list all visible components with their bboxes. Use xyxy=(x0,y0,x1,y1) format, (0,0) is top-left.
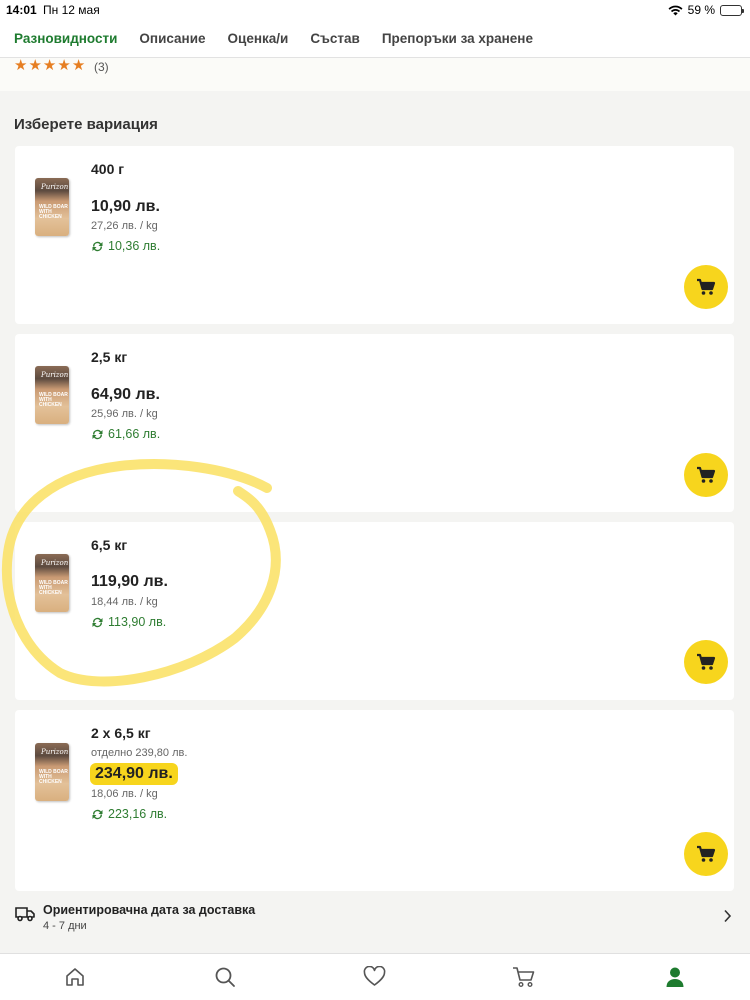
nav-search[interactable] xyxy=(214,966,236,993)
add-to-cart-button[interactable] xyxy=(684,453,728,497)
rating-stars[interactable]: ★ ★ ★ ★ ★ xyxy=(14,58,85,74)
cart-icon xyxy=(697,845,716,862)
section-title: Изберете вариация xyxy=(14,116,158,133)
star-icon: ★ xyxy=(28,57,42,74)
variant-card[interactable]: Purizon WILD BOAR WITH CHICKEN 6,5 кг 11… xyxy=(15,522,734,700)
status-time: 14:01 xyxy=(6,3,37,17)
chevron-right-icon xyxy=(724,909,732,923)
unit-price: 18,44 лв. / kg xyxy=(91,596,158,608)
status-bar: 14:01 Пн 12 мая 59 % xyxy=(0,0,750,20)
delivery-days: 4 - 7 дни xyxy=(43,920,87,932)
separate-price: отделно 239,80 лв. xyxy=(91,747,188,759)
search-icon xyxy=(215,967,235,987)
repeat-price: 10,36 лв. xyxy=(91,239,160,253)
product-brand: Purizon xyxy=(41,748,69,756)
star-icon: ★ xyxy=(71,57,86,74)
unit-price: 25,96 лв. / kg xyxy=(91,408,158,420)
variant-name: 2,5 кг xyxy=(91,349,128,365)
cart-icon xyxy=(697,466,716,483)
tab-bar: Разновидности Описание Оценка/и Състав П… xyxy=(0,20,750,58)
variant-card[interactable]: Purizon WILD BOAR WITH CHICKEN 2,5 кг 64… xyxy=(15,334,734,512)
unit-price: 27,26 лв. / kg xyxy=(91,220,158,232)
repeat-price-value: 223,16 лв. xyxy=(108,807,168,821)
star-icon: ★ xyxy=(57,57,71,74)
tab-feeding-recommendations[interactable]: Препоръки за хранене xyxy=(382,31,533,46)
star-icon: ★ xyxy=(14,57,28,74)
repeat-price-value: 61,66 лв. xyxy=(108,427,161,441)
tab-varieties[interactable]: Разновидности xyxy=(14,31,117,46)
product-image: Purizon WILD BOAR WITH CHICKEN xyxy=(35,178,69,236)
variant-name: 400 г xyxy=(91,161,125,177)
home-icon xyxy=(66,968,84,986)
product-brand: Purizon xyxy=(41,183,69,191)
nav-favorites[interactable] xyxy=(363,965,386,993)
variant-price: 64,90 лв. xyxy=(91,386,160,403)
variant-price: 119,90 лв. xyxy=(91,573,168,590)
bottom-nav xyxy=(0,953,750,1000)
variant-price: 234,90 лв. xyxy=(90,763,178,785)
add-to-cart-button[interactable] xyxy=(684,265,728,309)
battery-percent: 59 % xyxy=(687,3,715,17)
battery-icon xyxy=(720,4,744,16)
status-date: Пн 12 мая xyxy=(43,3,100,17)
repeat-price-value: 113,90 лв. xyxy=(108,615,167,629)
star-icon: ★ xyxy=(42,57,57,74)
product-label: WILD BOAR WITH CHICKEN xyxy=(39,392,68,408)
cart-icon xyxy=(513,967,535,988)
delivery-info-row[interactable]: Ориентировачна дата за доставка 4 - 7 дн… xyxy=(0,893,750,951)
product-brand: Purizon xyxy=(41,371,69,379)
product-label: WILD BOAR WITH CHICKEN xyxy=(39,769,68,785)
status-right: 59 % xyxy=(668,3,744,17)
nav-cart[interactable] xyxy=(512,966,536,993)
variant-card[interactable]: Purizon WILD BOAR WITH CHICKEN 2 x 6,5 к… xyxy=(15,710,734,891)
repeat-icon xyxy=(92,429,103,439)
product-brand: Purizon xyxy=(41,559,69,567)
product-image: Purizon WILD BOAR WITH CHICKEN xyxy=(35,554,69,612)
tab-reviews[interactable]: Оценка/и xyxy=(228,31,289,46)
product-image: Purizon WILD BOAR WITH CHICKEN xyxy=(35,743,69,801)
repeat-price: 223,16 лв. xyxy=(91,807,167,821)
nav-account[interactable] xyxy=(664,966,686,993)
variant-name: 6,5 кг xyxy=(91,537,128,553)
tab-composition[interactable]: Състав xyxy=(310,31,360,46)
account-icon xyxy=(666,967,684,987)
tab-description[interactable]: Описание xyxy=(139,31,205,46)
wifi-icon xyxy=(668,5,683,15)
product-label: WILD BOAR WITH CHICKEN xyxy=(39,204,68,220)
repeat-icon xyxy=(92,617,103,627)
product-label: WILD BOAR WITH CHICKEN xyxy=(39,580,68,596)
cart-icon xyxy=(697,653,716,670)
repeat-price-value: 10,36 лв. xyxy=(108,239,161,253)
repeat-icon xyxy=(92,241,103,251)
delivery-title: Ориентировачна дата за доставка xyxy=(43,903,256,917)
repeat-icon xyxy=(92,809,103,819)
repeat-price: 113,90 лв. xyxy=(91,615,166,629)
nav-home[interactable] xyxy=(64,966,86,993)
product-image: Purizon WILD BOAR WITH CHICKEN xyxy=(35,366,69,424)
variant-name: 2 x 6,5 кг xyxy=(91,725,151,741)
variant-card[interactable]: Purizon WILD BOAR WITH CHICKEN 400 г 10,… xyxy=(15,146,734,324)
unit-price: 18,06 лв. / kg xyxy=(91,788,158,800)
heart-icon xyxy=(363,965,386,986)
rating-strip: ★ ★ ★ ★ ★ (3) xyxy=(0,58,750,91)
add-to-cart-button[interactable] xyxy=(684,832,728,876)
repeat-price: 61,66 лв. xyxy=(91,427,160,441)
rating-count[interactable]: (3) xyxy=(94,60,109,74)
add-to-cart-button[interactable] xyxy=(684,640,728,684)
truck-icon xyxy=(15,907,35,922)
variant-price: 10,90 лв. xyxy=(91,198,160,215)
cart-icon xyxy=(697,278,716,295)
